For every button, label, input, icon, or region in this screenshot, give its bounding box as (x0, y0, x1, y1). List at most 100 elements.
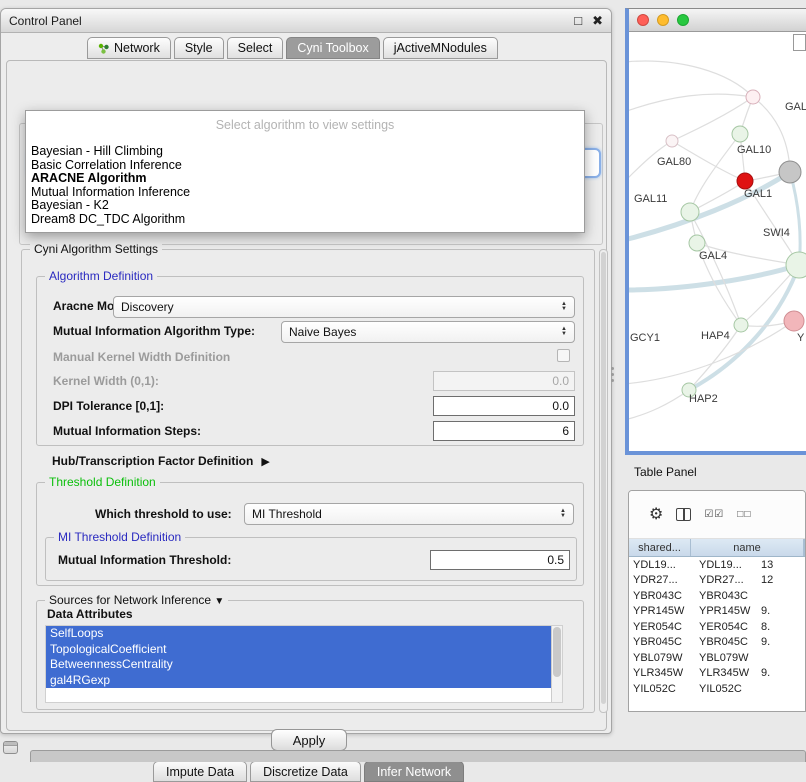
dpi-tolerance-field[interactable]: 0.0 (433, 396, 575, 416)
mi-steps-field[interactable]: 6 (433, 421, 575, 441)
settings-group-title: Cyni Algorithm Settings (30, 242, 162, 256)
network-node[interactable] (666, 135, 678, 147)
node-label: GAL10 (737, 144, 771, 156)
which-threshold-select[interactable]: MI Threshold ▲▼ (244, 503, 574, 525)
close-icon[interactable]: ✖ (592, 14, 603, 27)
settings-scrollbar[interactable] (599, 249, 608, 713)
node-label: GAL4 (699, 250, 727, 262)
algorithm-option[interactable]: Basic Correlation Inference (26, 159, 584, 173)
mi-threshold-group: MI Threshold Definition Mutual Informati… (45, 537, 577, 581)
attribute-list-item[interactable]: SelfLoops (46, 626, 551, 642)
table-row[interactable]: YDR27... YDR27... 12 (629, 573, 805, 589)
node-label: GAL11 (634, 193, 667, 205)
apply-button[interactable]: Apply (271, 729, 347, 751)
network-window-titlebar (629, 9, 806, 32)
gear-icon[interactable]: ⚙ (649, 507, 663, 523)
node-label: GAL1 (744, 188, 772, 200)
float-window-icon[interactable]: □ (574, 14, 582, 27)
restore-panel-icon[interactable] (3, 741, 18, 754)
window-title: Control Panel (9, 14, 82, 28)
algorithm-option[interactable]: Bayesian - Hill Climbing (26, 145, 584, 159)
clear-all-checks-icon[interactable]: □□ (737, 509, 751, 520)
network-node[interactable] (681, 203, 699, 221)
table-row[interactable]: YER054C YER054C 8. (629, 619, 805, 635)
select-all-checks-icon[interactable]: ☑☑ (704, 509, 724, 520)
mac-close-button[interactable] (637, 14, 649, 26)
control-panel-window: Control Panel □ ✖ Network (0, 8, 612, 734)
algorithm-definition-title: Algorithm Definition (45, 269, 157, 283)
table-toolbar: ⚙ ☑☑ □□ (629, 491, 805, 539)
bottom-panel-edge (30, 750, 806, 762)
kernel-width-label: Kernel Width (0,1): (53, 374, 159, 388)
hub-definition-toggle[interactable]: Hub/Transcription Factor Definition ▶ (52, 454, 270, 468)
control-panel-tabbar: Network Style (87, 36, 498, 59)
algorithm-option[interactable]: Mutual Information Inference (26, 186, 584, 200)
table-row[interactable]: YIL052C YIL052C (629, 681, 805, 697)
table-row[interactable]: YBL079W YBL079W (629, 650, 805, 666)
mi-threshold-label: Mutual Information Threshold: (58, 553, 231, 567)
which-threshold-label: Which threshold to use: (95, 507, 232, 521)
table-row[interactable]: YLR345W YLR345W 9. (629, 666, 805, 682)
mi-threshold-field[interactable]: 0.5 (430, 550, 570, 570)
network-node[interactable] (786, 252, 806, 278)
mac-zoom-button[interactable] (677, 14, 689, 26)
mode-tab[interactable]: Infer Network (364, 761, 464, 782)
algorithm-option[interactable]: Bayesian - K2 (26, 199, 584, 213)
network-node[interactable] (732, 126, 748, 142)
table-row[interactable]: YDL19... YDL19... 13 (629, 557, 805, 573)
table-row[interactable]: YPR145W YPR145W 9. (629, 604, 805, 620)
node-label: GCY1 (630, 332, 660, 344)
combo-arrows-icon: ▲▼ (561, 327, 567, 337)
algorithm-option-list: Bayesian - Hill Climbing Basic Correlati… (26, 145, 584, 226)
columns-icon[interactable] (676, 508, 691, 521)
mi-algorithm-type-select[interactable]: Naive Bayes ▲▼ (281, 321, 575, 343)
tab-label: jActiveMNodules (394, 41, 487, 55)
control-panel-titlebar: Control Panel □ ✖ (1, 9, 611, 33)
table-panel-title: Table Panel (634, 465, 697, 479)
mi-type-label: Mutual Information Algorithm Type: (53, 324, 255, 338)
panel-tab[interactable]: Style (174, 37, 224, 59)
algorithm-definition-group: Algorithm Definition Aracne Mode: Discov… (36, 276, 584, 446)
algorithm-option[interactable]: ARACNE Algorithm (26, 172, 584, 186)
sources-group: Sources for Network Inference ▼ Data Att… (36, 600, 584, 710)
network-node[interactable] (779, 161, 801, 183)
list-scrollbar[interactable] (551, 626, 562, 702)
node-label: HAP4 (701, 330, 730, 342)
algorithm-dropdown-popup: Select algorithm to view settings Bayesi… (25, 110, 585, 233)
tab-label: Cyni Toolbox (297, 41, 368, 55)
panel-tab[interactable]: Cyni Toolbox (286, 37, 379, 59)
attribute-list-item[interactable]: gal4RGexp (46, 673, 551, 689)
hub-definition-label: Hub/Transcription Factor Definition (52, 454, 253, 468)
threshold-definition-title: Threshold Definition (45, 475, 160, 489)
dropdown-placeholder: Select algorithm to view settings (26, 115, 584, 145)
attribute-list-item[interactable]: BetweennessCentrality (46, 657, 551, 673)
tab-label: Network (114, 41, 160, 55)
panel-tab[interactable]: Network (87, 37, 171, 59)
attribute-list-item[interactable]: TopologicalCoefficient (46, 642, 551, 658)
network-canvas[interactable]: GALGAL80GAL10GAL11GAL1SWI4GAL4GCY1HAP4HA… (629, 32, 806, 452)
mode-tab[interactable]: Impute Data (153, 761, 247, 782)
network-node[interactable] (737, 173, 753, 189)
network-node[interactable] (734, 318, 748, 332)
network-node[interactable] (784, 311, 804, 331)
sources-group-title[interactable]: Sources for Network Inference ▼ (45, 593, 228, 607)
combo-arrows-icon: ▲▼ (561, 302, 567, 312)
column-header[interactable] (804, 539, 805, 556)
mac-minimize-button[interactable] (657, 14, 669, 26)
table-body: YDL19... YDL19... 13 YDR27... YDR27... 1… (629, 557, 805, 697)
table-row[interactable]: YBR045C YBR045C 9. (629, 635, 805, 651)
mode-tab[interactable]: Discretize Data (250, 761, 361, 782)
kernel-width-field[interactable]: 0.0 (433, 371, 575, 391)
manual-kernel-checkbox[interactable] (557, 349, 570, 362)
table-row[interactable]: YBR043C YBR043C (629, 588, 805, 604)
network-node[interactable] (689, 235, 705, 251)
aracne-mode-select[interactable]: Discovery ▲▼ (113, 296, 575, 318)
panel-tab[interactable]: jActiveMNodules (383, 37, 498, 59)
panel-tab[interactable]: Select (227, 37, 284, 59)
cyni-toolbox-panel: Select algorithm to view settings Bayesi… (6, 60, 607, 731)
column-header[interactable]: shared... (629, 539, 691, 556)
panel-splitter[interactable] (609, 364, 615, 384)
network-node[interactable] (746, 90, 760, 104)
algorithm-option[interactable]: Dream8 DC_TDC Algorithm (26, 213, 584, 227)
column-header[interactable]: name (691, 539, 804, 556)
